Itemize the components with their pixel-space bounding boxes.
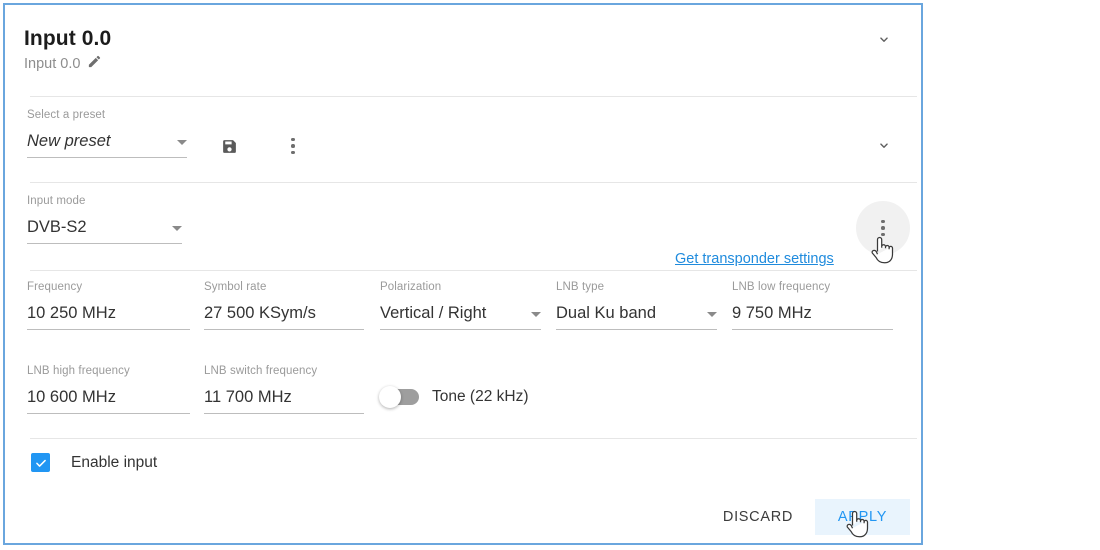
input-mode-select[interactable]: Input mode DVB-S2 (27, 195, 182, 244)
save-preset-button[interactable] (216, 133, 242, 159)
field-polarization-label: Polarization (380, 281, 442, 293)
field-frequency-value: 10 250 MHz (27, 304, 116, 322)
tone-toggle-track (379, 386, 419, 408)
enable-input-label: Enable input (71, 453, 158, 471)
input-mode-label: Input mode (27, 195, 86, 207)
divider-header (30, 96, 917, 97)
enable-input-checkbox[interactable] (31, 453, 50, 472)
field-lnb-high-frequency-value: 10 600 MHz (27, 388, 116, 406)
field-frequency[interactable]: Frequency 10 250 MHz (27, 281, 190, 330)
page-title: Input 0.0 (24, 27, 112, 50)
field-lnb-high-frequency-underline (27, 413, 190, 414)
field-symbol-rate-label: Symbol rate (204, 281, 267, 293)
field-symbol-rate-value: 27 500 KSym/s (204, 304, 316, 322)
preset-expand-chevron[interactable] (871, 133, 897, 159)
header-expand-chevron[interactable] (871, 27, 897, 53)
field-lnb-switch-frequency[interactable]: LNB switch frequency 11 700 MHz (204, 365, 364, 414)
field-polarization-value: Vertical / Right (380, 304, 487, 322)
preset-select-value: New preset (27, 132, 111, 150)
field-lnb-low-frequency-underline (732, 329, 893, 330)
preset-select-underline (27, 157, 187, 158)
input-settings-panel: Input 0.0 Input 0.0 Select a preset New … (3, 3, 923, 545)
field-lnb-switch-frequency-label: LNB switch frequency (204, 365, 318, 377)
pointer-cursor-apply (843, 508, 869, 545)
field-symbol-rate-underline (204, 329, 364, 330)
field-lnb-switch-frequency-underline (204, 413, 364, 414)
preset-more-button[interactable] (280, 133, 306, 159)
field-frequency-label: Frequency (27, 281, 83, 293)
screen: Input 0.0 Input 0.0 Select a preset New … (0, 0, 1100, 550)
field-lnb-type-label: LNB type (556, 281, 605, 293)
input-mode-underline (27, 243, 182, 244)
save-floppy-icon (222, 139, 236, 153)
preset-select-label: Select a preset (27, 109, 106, 121)
field-lnb-switch-frequency-value: 11 700 MHz (204, 388, 292, 406)
divider-preset (30, 182, 917, 183)
pencil-icon[interactable] (87, 54, 102, 73)
field-polarization-underline (380, 329, 541, 330)
preset-select[interactable]: Select a preset New preset (27, 109, 187, 158)
field-lnb-high-frequency[interactable]: LNB high frequency 10 600 MHz (27, 365, 190, 414)
tone-toggle[interactable]: Tone (22 kHz) (379, 386, 529, 408)
pointer-cursor-transponder-menu (868, 234, 894, 271)
field-lnb-type-value: Dual Ku band (556, 304, 656, 322)
field-polarization[interactable]: Polarization Vertical / Right (380, 281, 541, 330)
divider-enable (30, 438, 917, 439)
field-lnb-low-frequency[interactable]: LNB low frequency 9 750 MHz (732, 281, 893, 330)
input-mode-value: DVB-S2 (27, 218, 87, 236)
field-lnb-type[interactable]: LNB type Dual Ku band (556, 281, 717, 330)
chevron-down-icon (707, 312, 717, 317)
field-frequency-underline (27, 329, 190, 330)
input-name-subtitle: Input 0.0 (24, 54, 102, 73)
field-lnb-low-frequency-value: 9 750 MHz (732, 304, 812, 322)
get-transponder-settings-link[interactable]: Get transponder settings (675, 251, 834, 267)
chevron-down-icon (531, 312, 541, 317)
more-vertical-icon (291, 137, 295, 155)
divider-inputmode (30, 270, 917, 271)
field-lnb-high-frequency-label: LNB high frequency (27, 365, 130, 377)
field-lnb-type-underline (556, 329, 717, 330)
check-icon (35, 459, 46, 467)
field-lnb-low-frequency-label: LNB low frequency (732, 281, 831, 293)
input-name-text: Input 0.0 (24, 55, 81, 72)
tone-toggle-label: Tone (22 kHz) (432, 388, 529, 405)
field-symbol-rate[interactable]: Symbol rate 27 500 KSym/s (204, 281, 364, 330)
chevron-down-icon (177, 140, 187, 145)
discard-button[interactable]: DISCARD (711, 499, 805, 535)
enable-input-row[interactable]: Enable input (31, 453, 157, 472)
chevron-down-icon (172, 226, 182, 231)
tone-toggle-knob (379, 386, 401, 408)
